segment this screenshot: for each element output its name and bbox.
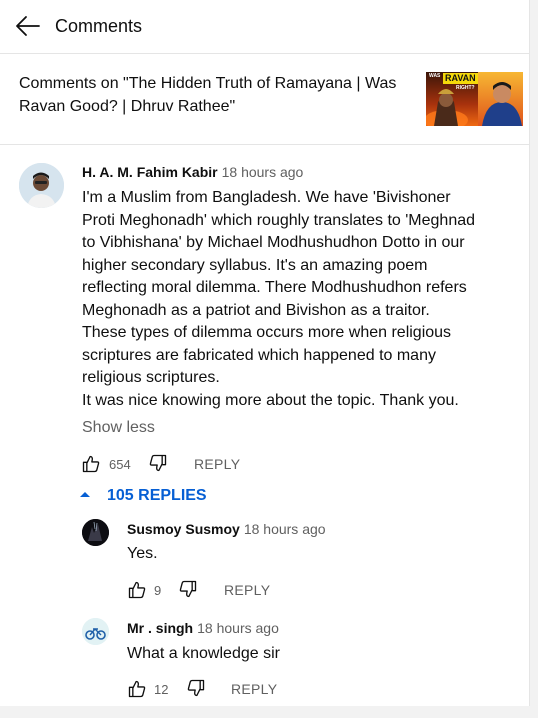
- reply-author-line: Mr . singh 18 hours ago: [127, 620, 279, 636]
- avatar[interactable]: [82, 618, 109, 645]
- comment-line: These types of dilemma occurs more when …: [82, 324, 452, 341]
- like-icon[interactable]: [127, 679, 147, 699]
- comment-line: reflecting moral dilemma. There Modhushu…: [82, 279, 467, 296]
- reply-time[interactable]: 18 hours ago: [197, 620, 279, 636]
- like-count: 654: [109, 457, 131, 472]
- reply-button[interactable]: REPLY: [231, 681, 277, 697]
- page-title: Comments: [55, 16, 143, 36]
- reply-body: What a knowledge sir: [127, 645, 280, 662]
- comment-line: I'm a Muslim from Bangladesh. We have 'B…: [82, 189, 451, 206]
- reply-button[interactable]: REPLY: [194, 456, 240, 472]
- video-title: Comments on "The Hidden Truth of Ramayan…: [19, 75, 397, 115]
- header: Comments: [0, 0, 529, 54]
- comment-author[interactable]: H. A. M. Fahim Kabir: [82, 164, 218, 180]
- like-count: 9: [154, 583, 162, 598]
- reply-author[interactable]: Mr . singh: [127, 620, 193, 636]
- arrow-left-icon: [16, 16, 40, 36]
- bottom-edge: [0, 706, 538, 718]
- thumbnail-tag-was: WAS: [429, 73, 441, 79]
- avatar-image: [19, 163, 64, 208]
- video-info: Comments on "The Hidden Truth of Ramayan…: [0, 54, 529, 145]
- reply-author[interactable]: Susmoy Susmoy: [127, 521, 240, 537]
- like-icon[interactable]: [81, 454, 101, 474]
- comment-author-line: H. A. M. Fahim Kabir 18 hours ago: [82, 164, 303, 180]
- thumbnail-tag-ravan: RAVAN: [443, 73, 478, 84]
- reply-button[interactable]: REPLY: [224, 582, 270, 598]
- comment-time[interactable]: 18 hours ago: [222, 164, 304, 180]
- comment-line: religious scriptures.: [82, 369, 220, 386]
- reply-body: Yes.: [127, 545, 158, 562]
- dislike-icon[interactable]: [178, 579, 198, 599]
- comment-line: Proti Meghonadh' which roughly translate…: [82, 211, 476, 229]
- comment-line: Meghonadh as a patriot and Bivishon as a…: [82, 301, 430, 319]
- avatar[interactable]: [82, 519, 109, 546]
- reply-author-line: Susmoy Susmoy 18 hours ago: [127, 521, 326, 537]
- comment-line: higher secondary syllabus. It's an amazi…: [82, 256, 428, 274]
- avatar-image: [82, 519, 109, 546]
- show-less-button[interactable]: Show less: [82, 419, 155, 437]
- video-thumbnail[interactable]: WAS RAVAN RIGHT?: [426, 72, 523, 126]
- thumbnail-tag-right: RIGHT?: [456, 85, 475, 91]
- dislike-icon[interactable]: [148, 453, 168, 473]
- comment-line: It was nice knowing more about the topic…: [82, 391, 459, 409]
- comment-body: I'm a Muslim from Bangladesh. We have 'B…: [82, 187, 512, 412]
- comment-line: to Vibhishana' by Michael Modhushudhon D…: [82, 234, 465, 251]
- scrollbar-track[interactable]: [530, 0, 538, 718]
- comments-panel: Comments Comments on "The Hidden Truth o…: [0, 0, 530, 706]
- replies-count: 105 REPLIES: [107, 487, 207, 504]
- back-button[interactable]: [14, 14, 42, 38]
- comment-line: scriptures are fabricated which happened…: [82, 346, 436, 364]
- like-count: 12: [154, 682, 169, 697]
- avatar-image: [82, 618, 109, 645]
- reply-time[interactable]: 18 hours ago: [244, 521, 326, 537]
- dislike-icon[interactable]: [186, 678, 206, 698]
- caret-up-icon: [80, 492, 90, 497]
- like-icon[interactable]: [127, 580, 147, 600]
- avatar[interactable]: [19, 163, 64, 208]
